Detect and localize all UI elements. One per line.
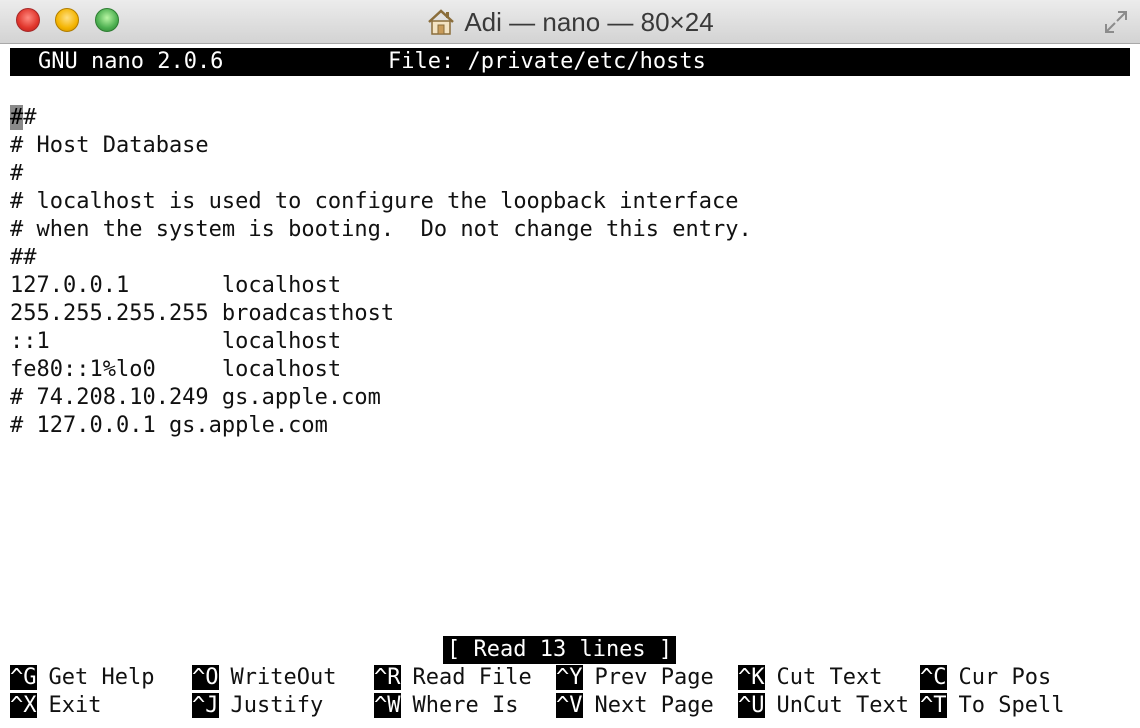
- shortcut-label: To Spell: [958, 693, 1065, 718]
- shortcut-key: ^K: [738, 665, 765, 690]
- shortcut-cur-pos[interactable]: ^C Cur Pos: [920, 664, 1051, 692]
- file-line[interactable]: # 74.208.10.249 gs.apple.com: [10, 384, 381, 412]
- shortcut-label: Next Page: [594, 693, 714, 718]
- file-line[interactable]: ##: [10, 104, 37, 132]
- nano-version: GNU nano 2.0.6: [38, 49, 224, 74]
- shortcut-label: UnCut Text: [776, 693, 909, 718]
- shortcut-key: ^W: [374, 693, 401, 718]
- file-line[interactable]: # Host Database: [10, 132, 209, 160]
- shortcut-label: Exit: [48, 693, 102, 718]
- shortcut-key: ^G: [10, 665, 37, 690]
- file-line-rest: #: [23, 105, 37, 130]
- fullscreen-icon[interactable]: [1102, 8, 1130, 36]
- shortcut-label: WriteOut: [230, 665, 337, 690]
- shortcut-key: ^Y: [556, 665, 583, 690]
- file-line[interactable]: ##: [10, 244, 37, 272]
- file-path: File: /private/etc/hosts: [388, 49, 706, 74]
- shortcut-key: ^U: [738, 693, 765, 718]
- shortcut-exit[interactable]: ^X Exit: [10, 692, 101, 720]
- shortcut-key: ^O: [192, 665, 219, 690]
- file-line[interactable]: # localhost is used to configure the loo…: [10, 188, 738, 216]
- status-message: [ Read 13 lines ]: [443, 636, 677, 664]
- file-line[interactable]: #: [10, 160, 23, 188]
- shortcut-key: ^J: [192, 693, 219, 718]
- shortcut-label: Justify: [230, 693, 324, 718]
- title-bar[interactable]: Adi — nano — 80×24: [0, 0, 1140, 44]
- shortcut-prev-page[interactable]: ^Y Prev Page: [556, 664, 714, 692]
- shortcut-key: ^V: [556, 693, 583, 718]
- shortcut-label: Prev Page: [594, 665, 714, 690]
- terminal-window: Adi — nano — 80×24 GNU nano 2.0.6 File: …: [0, 0, 1140, 728]
- shortcut-key: ^C: [920, 665, 947, 690]
- shortcut-writeout[interactable]: ^O WriteOut: [192, 664, 336, 692]
- home-icon: [426, 8, 456, 36]
- shortcut-cut-text[interactable]: ^K Cut Text: [738, 664, 882, 692]
- shortcut-key: ^T: [920, 693, 947, 718]
- shortcut-uncut-text[interactable]: ^U UnCut Text: [738, 692, 909, 720]
- shortcut-label: Cut Text: [776, 665, 883, 690]
- file-line[interactable]: fe80::1%lo0 localhost: [10, 356, 341, 384]
- shortcut-label: Where Is: [412, 693, 519, 718]
- shortcut-justify[interactable]: ^J Justify: [192, 692, 323, 720]
- file-line[interactable]: # 127.0.0.1 gs.apple.com: [10, 412, 328, 440]
- text-cursor: #: [10, 105, 24, 130]
- shortcut-label: Get Help: [48, 665, 155, 690]
- file-line[interactable]: ::1 localhost: [10, 328, 341, 356]
- shortcut-label: Cur Pos: [958, 665, 1052, 690]
- file-line[interactable]: 255.255.255.255 broadcasthost: [10, 300, 394, 328]
- window-title-group: Adi — nano — 80×24: [0, 0, 1140, 44]
- shortcut-to-spell[interactable]: ^T To Spell: [920, 692, 1064, 720]
- shortcut-next-page[interactable]: ^V Next Page: [556, 692, 714, 720]
- nano-header-bar: GNU nano 2.0.6 File: /private/etc/hosts: [10, 48, 1130, 76]
- file-line[interactable]: # when the system is booting. Do not cha…: [10, 216, 752, 244]
- window-title: Adi — nano — 80×24: [464, 6, 714, 37]
- file-line[interactable]: 127.0.0.1 localhost: [10, 272, 341, 300]
- shortcut-read-file[interactable]: ^R Read File: [374, 664, 532, 692]
- shortcut-where-is[interactable]: ^W Where Is: [374, 692, 518, 720]
- shortcut-key: ^R: [374, 665, 401, 690]
- shortcut-key: ^X: [10, 693, 37, 718]
- shortcut-label: Read File: [412, 665, 532, 690]
- shortcut-get-help[interactable]: ^G Get Help: [10, 664, 154, 692]
